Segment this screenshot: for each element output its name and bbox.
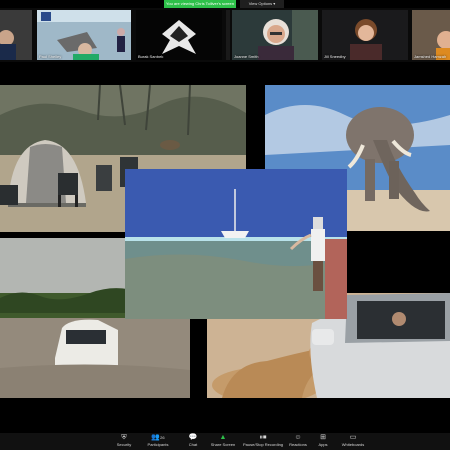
participant-video	[37, 10, 131, 60]
chat-button[interactable]: 💬 Chat	[176, 434, 210, 449]
whiteboards-button[interactable]: ▭ Whiteboards	[336, 434, 370, 449]
participant-video	[412, 10, 450, 60]
apps-label: Apps	[318, 442, 328, 447]
apps-button[interactable]: ⊞ Apps	[306, 434, 340, 449]
participant-tile[interactable]: Paul Shelley	[37, 10, 131, 60]
pause-stop-recording-button[interactable]: ⏸⏹ Pause/Stop Recording	[243, 434, 283, 449]
participant-name: Joanne Smith	[234, 54, 259, 59]
participant-tile[interactable]: Joanne Smith	[232, 10, 318, 60]
share-screen-button[interactable]: ▲ Share Screen	[206, 434, 240, 449]
participants-count: 26	[160, 435, 165, 440]
participant-video	[322, 10, 408, 60]
view-options-button[interactable]: View Options ▾	[240, 0, 284, 8]
viewing-screen-banner: You are viewing Chris Tolliver's screen	[164, 0, 236, 8]
apps-icon: ⊞	[320, 434, 326, 441]
share-screen-icon: ▲	[219, 434, 227, 441]
shield-icon: ⛨	[121, 434, 127, 441]
participant-video	[232, 10, 318, 60]
participant-name: Burak Sarıbek	[138, 54, 164, 59]
recording-label: Pause/Stop Recording	[243, 442, 284, 447]
record-icon: ⏸⏹	[259, 434, 267, 441]
whiteboard-icon: ▭	[349, 434, 357, 441]
participant-video	[0, 10, 32, 60]
people-icon: 👥26	[151, 434, 165, 441]
photo-sailboat-lagoon	[125, 169, 347, 319]
sailboat-lagoon-image	[125, 169, 347, 319]
participant-tile[interactable]: Burak Sarıbek	[136, 10, 222, 60]
participant-name: Jamshed Hamzah	[414, 54, 447, 59]
participant-tile[interactable]: Jamshed Hamzah	[412, 10, 450, 60]
participant-name: Paul Shelley	[39, 54, 62, 59]
security-button[interactable]: ⛨ Security	[107, 434, 141, 449]
participant-video	[136, 10, 222, 60]
whiteboards-label: Whiteboards	[341, 442, 365, 447]
participants-button[interactable]: 👥26 Participants	[141, 434, 175, 449]
security-label: Security	[116, 442, 132, 447]
participant-tile[interactable]	[226, 10, 230, 60]
participant-tile[interactable]: Jill Sneedby	[322, 10, 408, 60]
chat-icon: 💬	[188, 434, 198, 441]
participant-tile[interactable]	[0, 10, 32, 60]
share-screen-label: Share Screen	[210, 442, 236, 447]
chat-label: Chat	[188, 442, 198, 447]
participant-name: Jill Sneedby	[324, 54, 346, 59]
participants-label: Participants	[147, 442, 169, 447]
